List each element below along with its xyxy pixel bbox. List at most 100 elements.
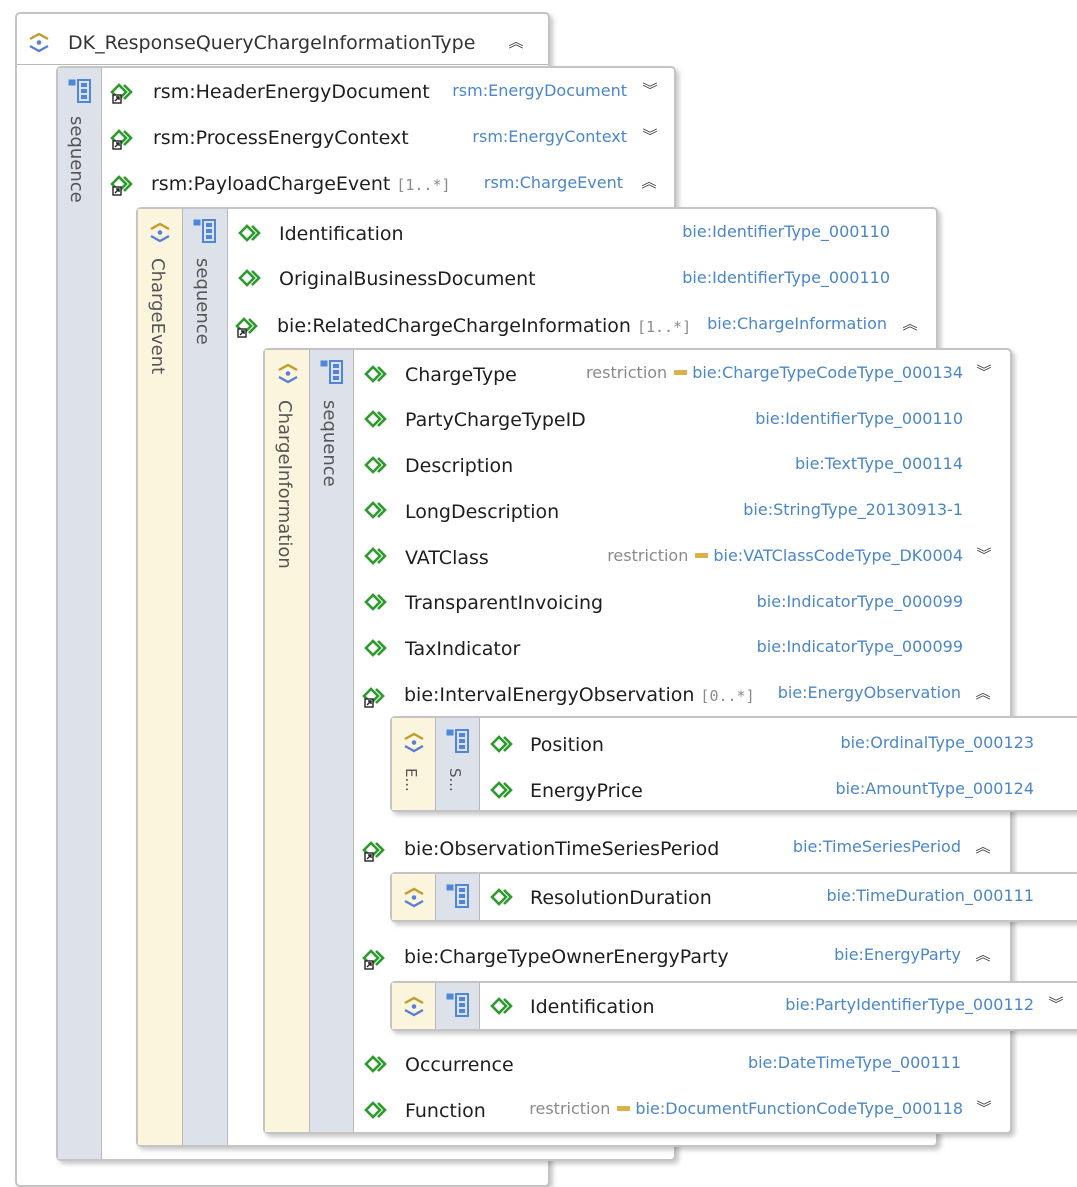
restriction-label: restriction	[529, 1099, 611, 1118]
type-link[interactable]: bie:DateTimeType_000111	[748, 1051, 961, 1075]
chevron-down-icon[interactable]: ︾	[975, 543, 993, 567]
restriction-label: restriction	[586, 363, 668, 382]
type-link[interactable]: bie:EnergyObservation	[778, 681, 961, 705]
element-energy-price[interactable]: EnergyPrice	[530, 779, 643, 803]
restriction-label: restriction	[607, 546, 689, 565]
element-icon	[364, 544, 388, 568]
element-icon	[364, 590, 388, 614]
cardinality: [1..*]	[396, 176, 451, 194]
restriction-icon	[674, 370, 688, 375]
sequence-label: sequence	[192, 258, 213, 345]
element-transparent-invoicing[interactable]: TransparentInvoicing	[405, 591, 603, 615]
element-icon	[238, 266, 262, 290]
sequence-label: S...	[446, 768, 464, 792]
restriction-icon	[617, 1106, 631, 1111]
element-charge-type-owner-energy-party[interactable]: bie:ChargeTypeOwnerEnergyParty	[404, 945, 729, 969]
element-identification[interactable]: Identification	[279, 222, 404, 246]
element-interval-energy-observation[interactable]: bie:IntervalEnergyObservation [0..*]	[404, 683, 755, 708]
type-link: bie:VATClassCodeType_DK0004	[713, 546, 963, 565]
complex-type-icon	[148, 220, 172, 244]
element-icon	[490, 778, 514, 802]
type-link[interactable]: bie:IdentifierType_000110	[755, 407, 963, 431]
complex-type-icon	[276, 361, 300, 385]
element-header-energy-document[interactable]: rsm:HeaderEnergyDocument	[153, 80, 430, 104]
element-icon	[364, 453, 388, 477]
type-link[interactable]: bie:AmountType_000124	[835, 777, 1034, 801]
sequence-icon	[446, 993, 470, 1017]
type-link[interactable]: bie:EnergyParty	[834, 943, 961, 967]
type-link[interactable]: bie:IdentifierType_000110	[682, 266, 890, 290]
chevron-down-icon[interactable]: ︾	[1047, 992, 1065, 1016]
element-icon	[490, 885, 514, 909]
type-link[interactable]: bie:PartyIdentifierType_000112	[785, 993, 1034, 1017]
element-related-charge-charge-information[interactable]: bie:RelatedChargeChargeInformation [1..*]	[277, 314, 691, 339]
type-link[interactable]: bie:OrdinalType_000123	[840, 731, 1034, 755]
type-link[interactable]: bie:IndicatorType_000099	[757, 590, 963, 614]
type-link[interactable]: rsm:EnergyDocument	[452, 79, 627, 103]
element-party-identification[interactable]: Identification	[530, 995, 655, 1019]
element-icon	[490, 994, 514, 1018]
element-ref-icon	[362, 946, 386, 970]
element-party-charge-type-id[interactable]: PartyChargeTypeID	[405, 408, 586, 432]
element-name: bie:IntervalEnergyObservation	[404, 684, 695, 706]
element-charge-type[interactable]: ChargeType	[405, 363, 517, 387]
chevron-up-icon[interactable]: ︽	[640, 170, 658, 194]
complex-type-icon	[402, 994, 426, 1018]
element-icon	[364, 636, 388, 660]
chevron-down-icon[interactable]: ︾	[641, 78, 659, 102]
root-divider	[17, 64, 548, 65]
element-vat-class[interactable]: VATClass	[405, 546, 489, 570]
complex-type-icon	[402, 730, 426, 754]
charge-information-label: ChargeInformation	[274, 400, 295, 569]
sequence-icon	[68, 79, 92, 103]
sequence-icon	[446, 884, 470, 908]
element-process-energy-context[interactable]: rsm:ProcessEnergyContext	[153, 126, 409, 150]
element-position[interactable]: Position	[530, 733, 604, 757]
element-observation-time-series-period[interactable]: bie:ObservationTimeSeriesPeriod	[404, 837, 719, 861]
element-ref-icon	[110, 80, 134, 104]
type-link[interactable]: rsm:EnergyContext	[472, 125, 627, 149]
sequence-label: sequence	[319, 400, 340, 487]
chevron-up-icon[interactable]: ︽	[507, 30, 525, 54]
chevron-down-icon[interactable]: ︾	[975, 1096, 993, 1120]
element-ref-icon	[110, 126, 134, 150]
sequence-column-2	[183, 209, 228, 1145]
element-ref-icon	[110, 172, 134, 196]
sequence-column-1	[58, 68, 102, 1159]
chevron-up-icon[interactable]: ︽	[974, 835, 992, 859]
element-name: bie:RelatedChargeChargeInformation	[277, 315, 631, 337]
restricted-type[interactable]: restriction bie:VATClassCodeType_DK0004	[607, 544, 963, 568]
restricted-type[interactable]: restriction bie:DocumentFunctionCodeType_…	[529, 1097, 963, 1121]
type-link[interactable]: bie:TimeSeriesPeriod	[793, 835, 961, 859]
element-occurrence[interactable]: Occurrence	[405, 1053, 514, 1077]
element-long-description[interactable]: LongDescription	[405, 500, 559, 524]
element-function[interactable]: Function	[405, 1099, 486, 1123]
complex-type-icon	[402, 885, 426, 909]
type-link[interactable]: bie:TextType_000114	[795, 452, 963, 476]
element-description[interactable]: Description	[405, 454, 513, 478]
element-resolution-duration[interactable]: ResolutionDuration	[530, 886, 712, 910]
chevron-up-icon[interactable]: ︽	[901, 312, 919, 336]
type-link[interactable]: bie:IdentifierType_000110	[682, 220, 890, 244]
element-tax-indicator[interactable]: TaxIndicator	[405, 637, 520, 661]
sequence-icon	[193, 219, 217, 243]
type-link[interactable]: bie:TimeDuration_000111	[826, 884, 1034, 908]
energy-observation-label: E...	[402, 768, 420, 792]
restricted-type[interactable]: restriction bie:ChargeTypeCodeType_000134	[586, 361, 963, 385]
element-payload-charge-event[interactable]: rsm:PayloadChargeEvent [1..*]	[151, 172, 451, 197]
element-original-business-document[interactable]: OriginalBusinessDocument	[279, 267, 536, 291]
type-link[interactable]: bie:ChargeInformation	[707, 312, 887, 336]
root-type-title: DK_ResponseQueryChargeInformationType	[68, 32, 476, 54]
type-link[interactable]: bie:StringType_20130913-1	[743, 498, 963, 522]
element-icon	[364, 407, 388, 431]
element-icon	[364, 1052, 388, 1076]
type-link[interactable]: rsm:ChargeEvent	[484, 171, 623, 195]
type-link: bie:ChargeTypeCodeType_000134	[692, 363, 963, 382]
chevron-up-icon[interactable]: ︽	[974, 943, 992, 967]
chevron-up-icon[interactable]: ︽	[974, 681, 992, 705]
charge-event-label: ChargeEvent	[147, 258, 168, 375]
type-link: bie:DocumentFunctionCodeType_000118	[635, 1099, 963, 1118]
chevron-down-icon[interactable]: ︾	[975, 360, 993, 384]
type-link[interactable]: bie:IndicatorType_000099	[757, 635, 963, 659]
chevron-down-icon[interactable]: ︾	[641, 124, 659, 148]
